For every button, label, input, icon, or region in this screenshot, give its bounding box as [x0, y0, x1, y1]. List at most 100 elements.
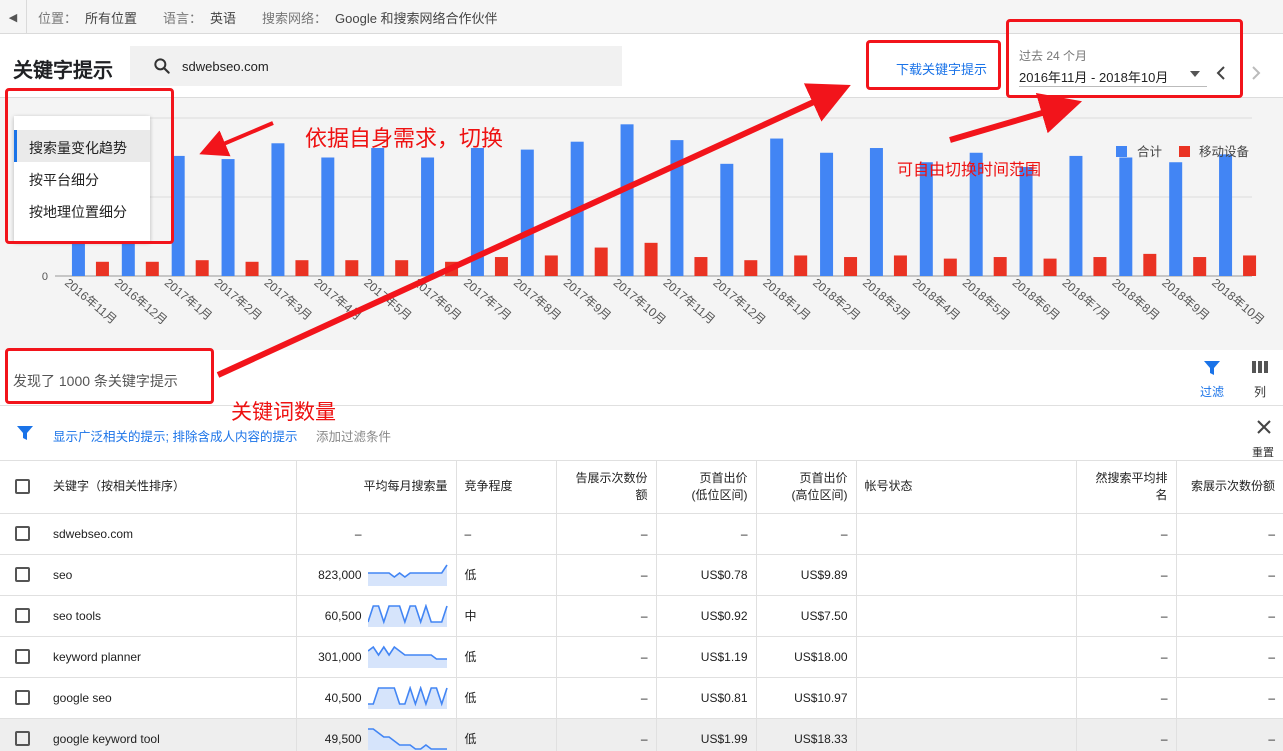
organic-rank-cell: – [1076, 513, 1177, 555]
row-checkbox[interactable] [15, 690, 30, 705]
x-tick-label: 2017年2月 [212, 276, 265, 324]
volume-value: 40,500 [324, 690, 362, 705]
volume-cell: 40,500 [296, 677, 457, 719]
reset-label: 重置 [1252, 447, 1274, 459]
x-tick-label: 2017年9月 [561, 276, 614, 324]
annotation-text-count: 关键词数量 [231, 401, 336, 424]
ad-share-cell: – [556, 636, 657, 678]
select-all-checkbox[interactable] [15, 479, 30, 495]
search-volume-chart: 0 2016年11月2016年12月2017年1月2017年2月2017年3月20… [42, 117, 1267, 328]
account-status-cell [856, 595, 1077, 637]
bid-low-cell: US$1.99 [656, 718, 757, 751]
x-tick-label: 2017年4月 [311, 276, 364, 324]
collapse-button[interactable]: ◀ [0, 0, 27, 34]
bar-total [570, 141, 584, 276]
col-account-status[interactable]: 帐号状态 [856, 461, 1077, 514]
table-row[interactable]: google keyword tool 49,500 低 – US$1.99 US$18.… [0, 718, 1283, 751]
col-organic-rank[interactable]: 然搜索平均排名 [1076, 461, 1177, 514]
bar-mobile [145, 261, 159, 276]
filter-icon [17, 426, 33, 440]
keyword-table: 关键字（按相关性排序） 平均每月搜索量 竞争程度 告展示次数份额 页首出价 (低… [0, 461, 1283, 751]
network-setting[interactable]: 搜索网络： Google 和搜索网络合作伙伴 [262, 8, 498, 27]
x-tick-label: 2016年11月 [62, 276, 119, 327]
bar-mobile [694, 257, 708, 276]
keyword-cell[interactable]: seo [45, 554, 297, 596]
row-checkbox[interactable] [15, 731, 30, 746]
columns-button[interactable]: 列 [1240, 359, 1280, 400]
account-status-cell [856, 677, 1077, 719]
bar-mobile [794, 255, 808, 276]
language-setting[interactable]: 语言： 英语 [163, 8, 236, 27]
bar-mobile [844, 257, 858, 276]
col-bid-high[interactable]: 页首出价 (高位区间) [756, 461, 857, 514]
bar-mobile [594, 247, 608, 276]
impr-share-cell: – [1176, 677, 1283, 719]
table-row[interactable]: google seo 40,500 低 – US$0.81 US$10.97– – [0, 677, 1283, 719]
keyword-cell[interactable]: google seo [45, 677, 297, 719]
col-volume[interactable]: 平均每月搜索量 [296, 461, 457, 514]
x-tick-label: 2017年8月 [511, 276, 564, 324]
bar-mobile [644, 242, 658, 276]
bar-total [470, 148, 484, 276]
bar-mobile [95, 261, 109, 276]
search-input[interactable]: sdwebseo.com [130, 46, 622, 86]
row-checkbox[interactable] [15, 526, 30, 541]
location-setting[interactable]: 位置： 所有位置 [38, 8, 137, 27]
table-row[interactable]: seo tools 60,500 中 – US$0.92 US$7.50– – [0, 595, 1283, 637]
bar-total [371, 148, 385, 276]
x-tick-label: 2017年11月 [661, 276, 718, 327]
add-filter-link[interactable]: 添加过滤条件 [316, 426, 391, 445]
search-icon [154, 58, 170, 74]
filter-button[interactable]: 过滤 [1192, 359, 1232, 400]
bar-mobile [1143, 253, 1157, 276]
col-keyword[interactable]: 关键字（按相关性排序） [45, 461, 297, 514]
table-row[interactable]: keyword planner 301,000 低 – US$1.19 US$18.00–… [0, 636, 1283, 678]
annotation-box-menu [5, 88, 174, 244]
organic-rank-cell: – [1076, 718, 1177, 751]
row-checkbox[interactable] [15, 649, 30, 664]
keyword-cell[interactable]: sdwebseo.com [45, 513, 297, 555]
legend-label-total: 合计 [1137, 144, 1162, 159]
sparkline-area [367, 728, 447, 750]
bar-mobile [195, 260, 209, 276]
col-ad-share[interactable]: 告展示次数份额 [556, 461, 657, 514]
close-icon[interactable] [1255, 418, 1273, 436]
ad-share-cell: – [556, 554, 657, 596]
row-checkbox[interactable] [15, 567, 30, 582]
search-value: sdwebseo.com [182, 59, 269, 74]
keyword-cell[interactable]: google keyword tool [45, 718, 297, 751]
col-impr-share[interactable]: 索展示次数份额 [1176, 461, 1283, 514]
bid-high-cell: US$7.50 [756, 595, 857, 637]
keyword-cell[interactable]: seo tools [45, 595, 297, 637]
volume-value: 49,500 [324, 731, 362, 746]
select-all-cell [0, 461, 45, 514]
bar-mobile [893, 255, 907, 276]
page-title: 关键字提示 [13, 60, 113, 82]
x-tick-label: 2017年5月 [361, 276, 414, 324]
volume-cell: 60,500 [296, 595, 457, 637]
organic-rank-cell: – [1076, 595, 1177, 637]
bar-mobile [245, 261, 259, 276]
active-filters[interactable]: 显示广泛相关的提示; 排除含成人内容的提示 [53, 426, 297, 445]
keyword-cell[interactable]: keyword planner [45, 636, 297, 678]
bar-total [221, 159, 235, 276]
x-tick-label: 2016年12月 [112, 276, 170, 328]
bid-high-cell: US$18.33 [756, 718, 857, 751]
table-row[interactable]: sdwebseo.com – – – – – – – [0, 513, 1283, 555]
row-select-cell [0, 595, 45, 637]
organic-rank-cell: – [1076, 636, 1177, 678]
row-checkbox[interactable] [15, 608, 30, 623]
annotation-box-date [1006, 19, 1243, 98]
col-competition[interactable]: 竞争程度 [456, 461, 557, 514]
ad-share-cell: – [556, 513, 657, 555]
impr-share-cell: – [1176, 513, 1283, 555]
bid-low-cell: US$0.78 [656, 554, 757, 596]
account-status-cell [856, 718, 1077, 751]
competition-cell: 中 [456, 595, 557, 637]
chevron-right-icon[interactable] [1249, 63, 1263, 83]
organic-rank-cell: – [1076, 677, 1177, 719]
volume-cell: 301,000 [296, 636, 457, 678]
bid-low-cell: US$0.92 [656, 595, 757, 637]
col-bid-low[interactable]: 页首出价 (低位区间) [656, 461, 757, 514]
table-row[interactable]: seo 823,000 低 – US$0.78 US$9.89– – [0, 554, 1283, 596]
